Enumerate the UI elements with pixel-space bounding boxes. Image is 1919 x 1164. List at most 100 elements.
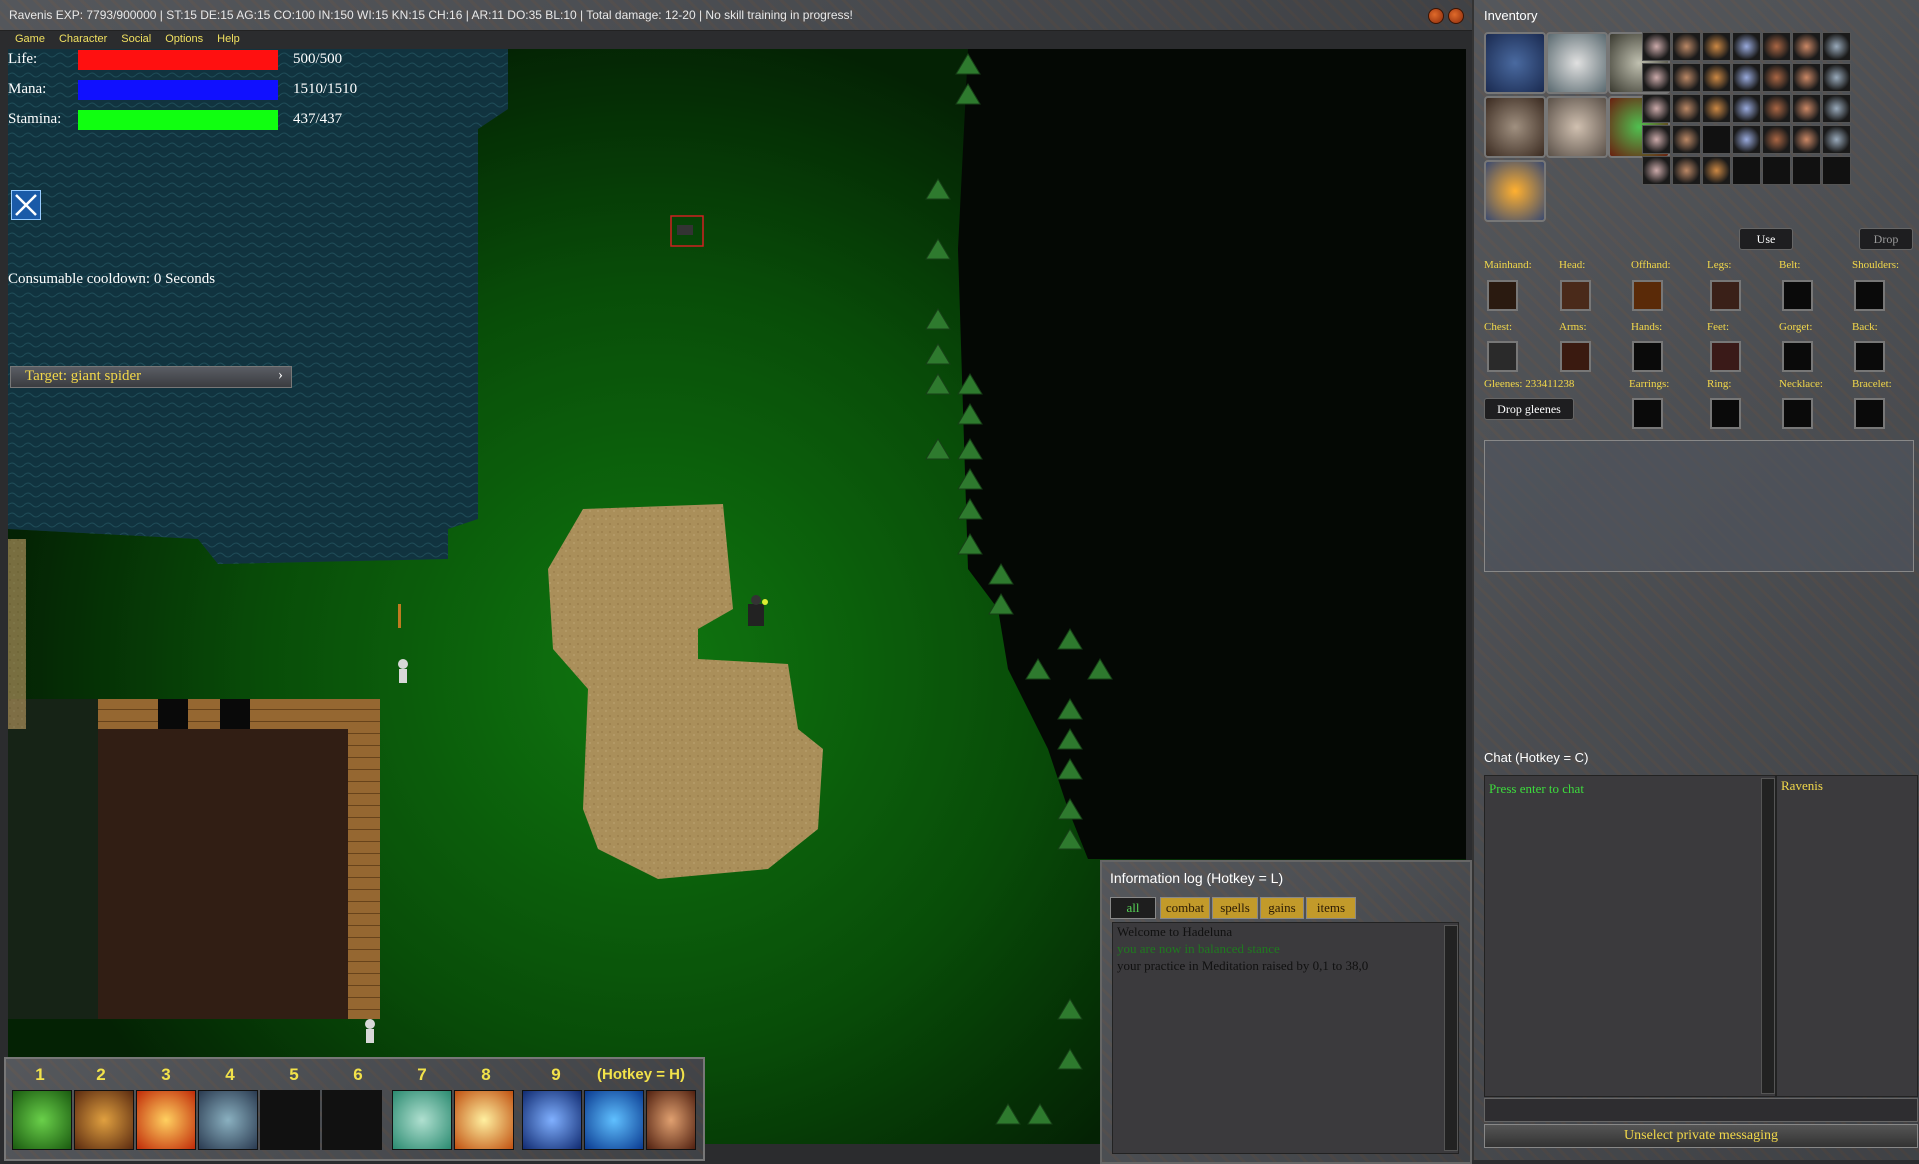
inventory-slot[interactable]: [1672, 32, 1701, 61]
inventory-slot[interactable]: [1792, 156, 1821, 185]
inventory-slot[interactable]: [1732, 156, 1761, 185]
inventory-slot[interactable]: [1792, 32, 1821, 61]
inventory-slot[interactable]: [1672, 156, 1701, 185]
equip-slot-legs[interactable]: [1710, 280, 1741, 311]
log-messages: Welcome to Hadeluna you are now in balan…: [1112, 922, 1459, 1154]
close-button[interactable]: [1448, 8, 1464, 24]
equip-slot-hands[interactable]: [1632, 341, 1663, 372]
unselect-private-messaging-button[interactable]: Unselect private messaging: [1484, 1124, 1918, 1148]
chat-header: Chat (Hotkey = C): [1484, 750, 1589, 765]
equip-slot-feet[interactable]: [1710, 341, 1741, 372]
inventory-slot[interactable]: [1702, 156, 1731, 185]
menu-social[interactable]: Social: [114, 31, 158, 49]
mana-bar-fill: [78, 80, 278, 100]
stance-buff-icon[interactable]: [11, 190, 41, 220]
menu-help[interactable]: Help: [210, 31, 247, 49]
hotbar-slot-empty[interactable]: [260, 1090, 320, 1150]
label-arms: Arms:: [1559, 321, 1587, 333]
equip-slot-chest[interactable]: [1487, 341, 1518, 372]
inventory-slot[interactable]: [1792, 94, 1821, 123]
spellbook-icon[interactable]: [1484, 32, 1546, 94]
inventory-slot[interactable]: [1642, 125, 1671, 154]
equip-slot-back[interactable]: [1854, 341, 1885, 372]
chat-messages[interactable]: Press enter to chat: [1484, 775, 1776, 1097]
inventory-slot[interactable]: [1702, 94, 1731, 123]
tab-spells[interactable]: spells: [1212, 897, 1258, 919]
log-scrollbar[interactable]: [1444, 925, 1458, 1151]
label-head: Head:: [1559, 259, 1586, 271]
hotbar-slot-empty[interactable]: [322, 1090, 382, 1150]
inventory-slot[interactable]: [1822, 32, 1851, 61]
equip-slot-offhand[interactable]: [1632, 280, 1663, 311]
inventory-slot[interactable]: [1732, 32, 1761, 61]
menu-options[interactable]: Options: [158, 31, 210, 49]
giant-spider-sprite: [677, 225, 693, 235]
inventory-slot[interactable]: [1702, 125, 1731, 154]
inventory-slot[interactable]: [1822, 125, 1851, 154]
inventory-slot[interactable]: [1732, 94, 1761, 123]
minimize-button[interactable]: [1428, 8, 1444, 24]
fireball-icon[interactable]: [136, 1090, 196, 1150]
equip-slot-earrings[interactable]: [1632, 398, 1663, 429]
fist-icon[interactable]: [1484, 96, 1546, 158]
menu-game[interactable]: Game: [8, 31, 52, 49]
inventory-slot[interactable]: [1792, 125, 1821, 154]
equip-slot-arms[interactable]: [1560, 341, 1591, 372]
inventory-slot[interactable]: [1762, 156, 1791, 185]
gauntlet-icon[interactable]: [646, 1090, 696, 1150]
mace-icon[interactable]: [198, 1090, 258, 1150]
equip-slot-mainhand[interactable]: [1487, 280, 1518, 311]
chat-scrollbar[interactable]: [1761, 778, 1775, 1094]
equip-slot-gorget[interactable]: [1782, 341, 1813, 372]
menu-character[interactable]: Character: [52, 31, 114, 49]
tab-all[interactable]: all: [1110, 897, 1156, 919]
inventory-slot[interactable]: [1672, 63, 1701, 92]
tab-items[interactable]: items: [1306, 897, 1356, 919]
claw-icon[interactable]: [74, 1090, 134, 1150]
shield-icon[interactable]: [584, 1090, 644, 1150]
drop-gleenes-button[interactable]: Drop gleenes: [1484, 398, 1574, 420]
target-bar[interactable]: Target: giant spider ›: [10, 366, 292, 388]
inventory-slot[interactable]: [1762, 125, 1791, 154]
inventory-slot[interactable]: [1702, 32, 1731, 61]
tab-combat[interactable]: combat: [1160, 897, 1210, 919]
inventory-slot[interactable]: [1762, 63, 1791, 92]
inventory-slot[interactable]: [1762, 32, 1791, 61]
rabbit-icon[interactable]: [1546, 96, 1608, 158]
inventory-slot[interactable]: [1792, 63, 1821, 92]
equip-slot-shoulders[interactable]: [1854, 280, 1885, 311]
use-button[interactable]: Use: [1739, 228, 1793, 250]
leaf-icon[interactable]: [12, 1090, 72, 1150]
label-gorget: Gorget:: [1779, 321, 1813, 333]
tab-gains[interactable]: gains: [1260, 897, 1304, 919]
equip-slot-head[interactable]: [1560, 280, 1591, 311]
burst-icon[interactable]: [454, 1090, 514, 1150]
inventory-slot[interactable]: [1732, 125, 1761, 154]
inventory-slot[interactable]: [1672, 94, 1701, 123]
crossed-swords-icon[interactable]: [522, 1090, 582, 1150]
inventory-slot[interactable]: [1642, 94, 1671, 123]
window-title: Ravenis EXP: 7793/900000 | ST:15 DE:15 A…: [9, 8, 853, 22]
chat-input[interactable]: [1484, 1098, 1918, 1122]
equip-slot-bracelet[interactable]: [1854, 398, 1885, 429]
chevron-right-icon[interactable]: ›: [278, 367, 283, 384]
inventory-slot[interactable]: [1822, 63, 1851, 92]
inventory-slot[interactable]: [1642, 63, 1671, 92]
inventory-slot[interactable]: [1672, 125, 1701, 154]
inventory-slot[interactable]: [1822, 156, 1851, 185]
inventory-slot[interactable]: [1732, 63, 1761, 92]
equip-slot-necklace[interactable]: [1782, 398, 1813, 429]
inventory-slot[interactable]: [1702, 63, 1731, 92]
exclamation-icon[interactable]: [1484, 160, 1546, 222]
feather-icon[interactable]: [1546, 32, 1608, 94]
breath-icon[interactable]: [392, 1090, 452, 1150]
inventory-slot[interactable]: [1822, 94, 1851, 123]
inventory-slot[interactable]: [1642, 156, 1671, 185]
hotbar-number: 5: [289, 1065, 299, 1084]
equip-slot-belt[interactable]: [1782, 280, 1813, 311]
drop-button[interactable]: Drop: [1859, 228, 1913, 250]
inventory-slot[interactable]: [1762, 94, 1791, 123]
equip-slot-ring[interactable]: [1710, 398, 1741, 429]
chat-user[interactable]: Ravenis: [1777, 776, 1917, 796]
inventory-slot[interactable]: [1642, 32, 1671, 61]
